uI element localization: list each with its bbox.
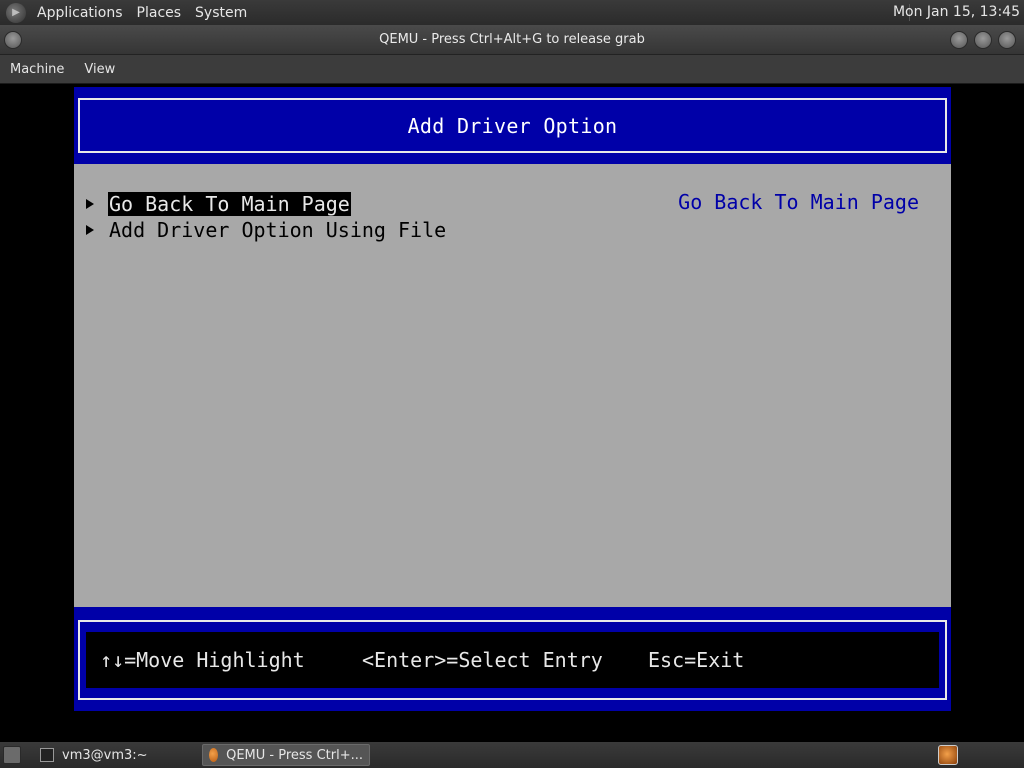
footer-hints: ↑↓=Move Highlight <Enter>=Select Entry E… [86, 632, 939, 688]
arrow-right-icon [86, 225, 94, 235]
maximize-icon[interactable] [974, 31, 992, 49]
window-title: QEMU - Press Ctrl+Alt+G to release grab [379, 32, 645, 47]
bios-body: Go Back To Main Page Add Driver Option U… [74, 164, 951, 607]
top-panel: ▶ Applications Places System Mon Jan 15,… [0, 0, 1024, 25]
bios-header: Add Driver Option [74, 87, 951, 164]
applications-menu[interactable]: Applications [30, 5, 130, 21]
vm-display[interactable]: Add Driver Option Go Back To Main Page A… [0, 85, 1024, 742]
hint-select-entry: <Enter>=Select Entry [362, 648, 603, 672]
taskbar: vm3@vm3:~ QEMU - Press Ctrl+... [0, 742, 1024, 768]
bios-setup-screen: Add Driver Option Go Back To Main Page A… [74, 87, 951, 711]
menu-item-add-driver-file[interactable]: Add Driver Option Using File [84, 217, 447, 243]
hint-move-highlight: ↑↓=Move Highlight [100, 648, 305, 672]
qemu-icon [209, 748, 219, 762]
bios-footer: ↑↓=Move Highlight <Enter>=Select Entry E… [74, 607, 951, 711]
view-menu[interactable]: View [74, 62, 125, 77]
qemu-menubar: Machine View [0, 55, 1024, 84]
system-menu[interactable]: System [188, 5, 254, 21]
arrow-right-icon [86, 199, 94, 209]
terminal-icon [40, 748, 54, 762]
task-qemu[interactable]: QEMU - Press Ctrl+... [202, 744, 370, 766]
hint-exit: Esc=Exit [648, 648, 745, 672]
task-terminal[interactable]: vm3@vm3:~ [34, 744, 194, 766]
footer-frame: ↑↓=Move Highlight <Enter>=Select Entry E… [78, 620, 947, 700]
window-titlebar[interactable]: QEMU - Press Ctrl+Alt+G to release grab [0, 25, 1024, 55]
help-text: Go Back To Main Page [678, 190, 919, 214]
task-label: vm3@vm3:~ [62, 747, 148, 763]
menu-item-label: Add Driver Option Using File [109, 218, 447, 242]
window-menu-icon[interactable] [4, 31, 22, 49]
clock[interactable]: Mon Jan 15, 13:45 [893, 0, 1020, 25]
minimize-icon[interactable] [950, 31, 968, 49]
gnome-foot-icon[interactable]: ▶ [6, 2, 26, 23]
menu-item-go-back[interactable]: Go Back To Main Page [84, 191, 351, 217]
task-label: QEMU - Press Ctrl+... [226, 747, 363, 763]
close-icon[interactable] [998, 31, 1016, 49]
menu-item-label: Go Back To Main Page [108, 192, 351, 216]
show-desktop-icon[interactable] [3, 746, 21, 764]
machine-menu[interactable]: Machine [0, 62, 74, 77]
places-menu[interactable]: Places [130, 5, 189, 21]
page-title: Add Driver Option [78, 98, 947, 153]
qemu-tray-icon[interactable] [938, 745, 958, 765]
